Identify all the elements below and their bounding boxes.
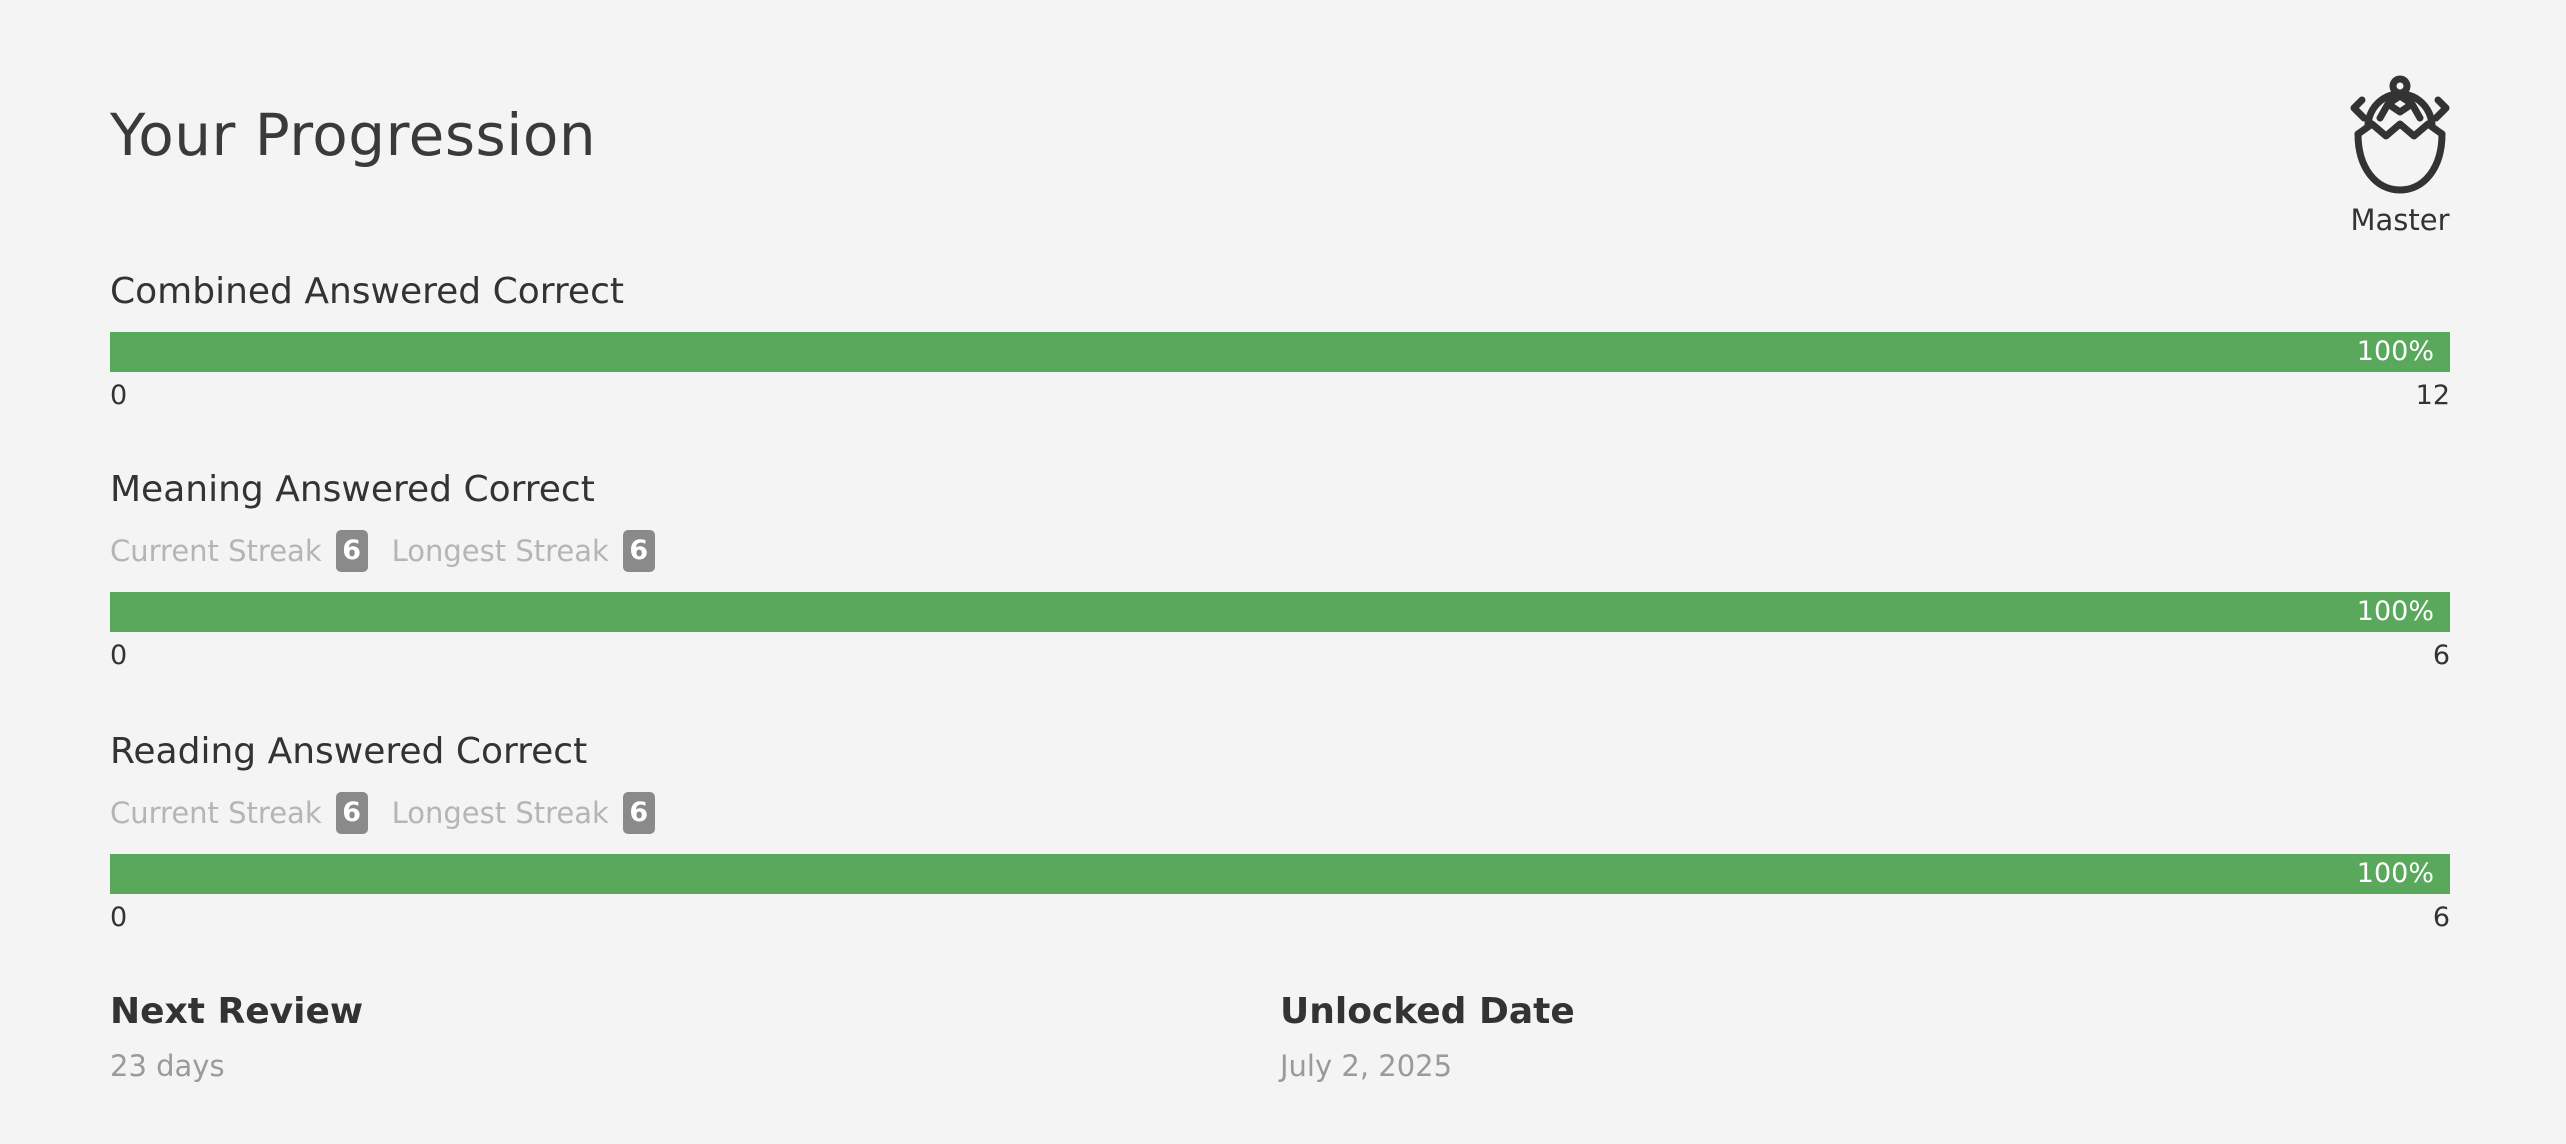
combined-scale: 0 12 (110, 382, 2450, 416)
next-review-value: 23 days (110, 1049, 225, 1083)
meaning-scale: 0 6 (110, 642, 2450, 676)
turtle-egg-icon (2350, 75, 2450, 194)
reading-progress-fill (110, 854, 2450, 894)
unlocked-date-block: Unlocked Date July 2, 2025 (1280, 994, 1575, 1081)
reading-current-streak-badge: 6 (335, 792, 368, 834)
reading-section: Reading Answered Correct Current Streak … (110, 734, 2450, 938)
reading-progress-bar: 100% (110, 854, 2450, 894)
unlocked-date-value: July 2, 2025 (1280, 1049, 1453, 1083)
page-title: Your Progression (110, 101, 597, 169)
reading-streak-row: Current Streak 6 Longest Streak 6 (110, 792, 2450, 834)
meaning-section: Meaning Answered Correct Current Streak … (110, 472, 2450, 676)
meaning-progress-fill (110, 592, 2450, 632)
reading-longest-streak-badge: 6 (622, 792, 655, 834)
meaning-longest-streak-label: Longest Streak (391, 533, 609, 568)
meaning-heading: Meaning Answered Correct (110, 469, 595, 510)
reading-scale-min: 0 (110, 902, 128, 933)
unlocked-date-heading: Unlocked Date (1280, 991, 1575, 1032)
reading-heading: Reading Answered Correct (110, 731, 588, 772)
reading-current-streak-label: Current Streak (110, 795, 322, 830)
meaning-current-streak-badge: 6 (335, 530, 368, 572)
reading-scale-max: 6 (2432, 902, 2450, 933)
combined-scale-min: 0 (110, 380, 128, 411)
reading-percent: 100% (2356, 858, 2434, 889)
meaning-percent: 100% (2356, 596, 2434, 627)
meaning-longest-streak-badge: 6 (622, 530, 655, 572)
meaning-current-streak-label: Current Streak (110, 533, 322, 568)
combined-progress-bar: 100% (110, 332, 2450, 372)
reading-longest-streak-label: Longest Streak (391, 795, 609, 830)
next-review-block: Next Review 23 days (110, 994, 363, 1081)
next-review-heading: Next Review (110, 991, 364, 1032)
meaning-progress-bar: 100% (110, 592, 2450, 632)
meaning-streak-row: Current Streak 6 Longest Streak 6 (110, 530, 2450, 572)
combined-percent: 100% (2356, 336, 2434, 367)
combined-scale-max: 12 (2415, 380, 2450, 411)
combined-section: Combined Answered Correct 100% 0 12 (110, 274, 2450, 416)
level-badge: Master (2340, 72, 2460, 235)
meaning-scale-max: 6 (2432, 640, 2450, 671)
level-label: Master (2350, 203, 2450, 237)
combined-heading: Combined Answered Correct (110, 271, 624, 312)
combined-progress-fill (110, 332, 2450, 372)
meaning-scale-min: 0 (110, 640, 128, 671)
reading-scale: 0 6 (110, 904, 2450, 938)
